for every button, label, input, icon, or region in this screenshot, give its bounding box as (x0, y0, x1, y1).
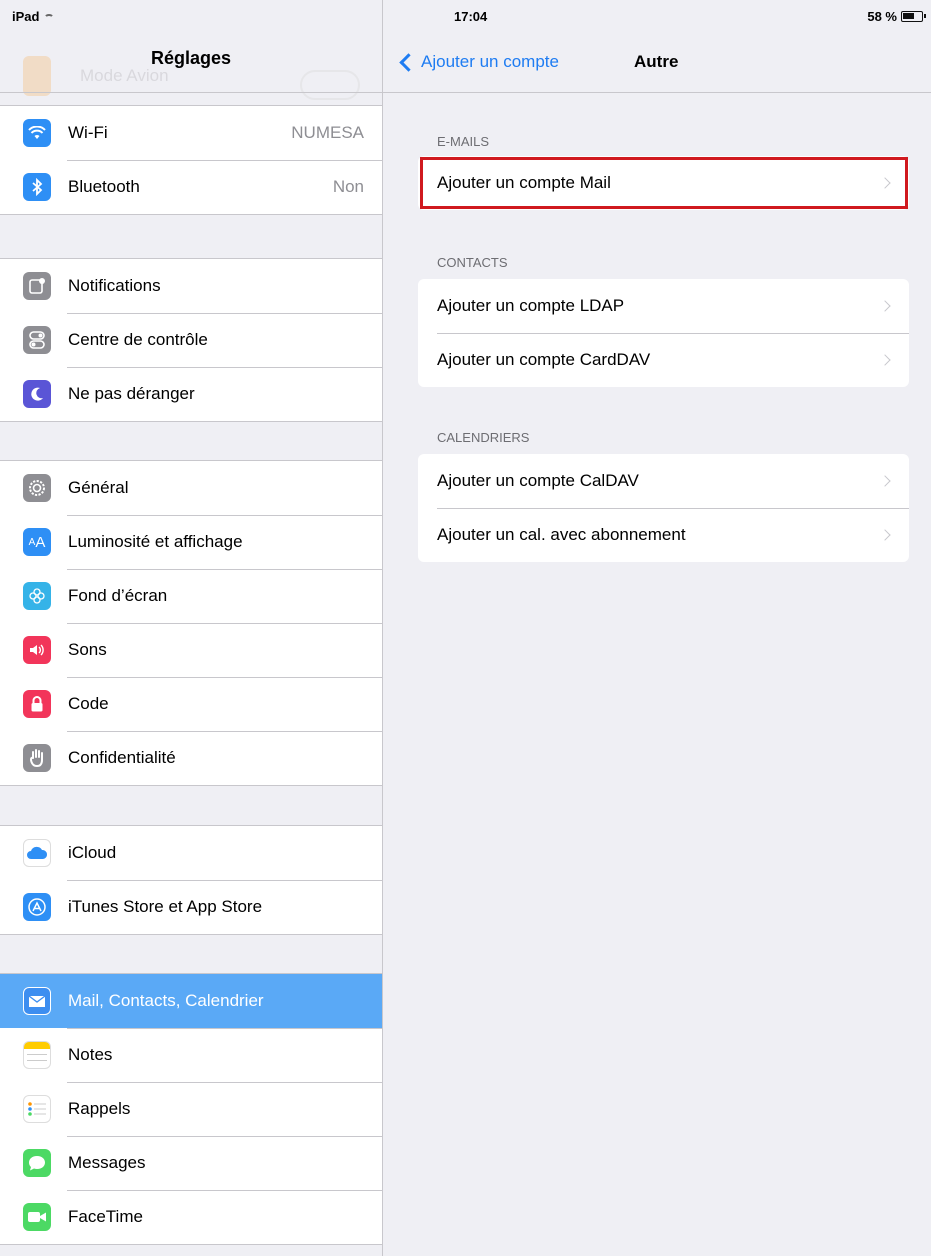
sidebar-item-notifications[interactable]: Notifications (0, 259, 382, 313)
sidebar-group-accounts: iCloud iTunes Store et App Store (0, 825, 382, 935)
sidebar-item-label: Messages (68, 1153, 146, 1172)
status-time: 17:04 (454, 8, 488, 24)
sidebar-item-do-not-disturb[interactable]: Ne pas déranger (0, 367, 382, 421)
battery-percent: 58 % (867, 8, 897, 24)
section-header-contacts: CONTACTS (437, 255, 508, 270)
chevron-right-icon (879, 475, 891, 487)
sidebar-item-label: Général (68, 478, 129, 497)
sidebar-item-wifi[interactable]: Wi-Fi NUMESA (0, 106, 382, 160)
sidebar-item-display[interactable]: AA Luminosité et affichage (0, 515, 382, 569)
sidebar-item-passcode[interactable]: Code (0, 677, 382, 731)
sidebar-item-label: Notifications (68, 276, 161, 295)
sidebar-item-control-center[interactable]: Centre de contrôle (0, 313, 382, 367)
section-header-calendars: CALENDRIERS (437, 430, 530, 445)
add-subscribed-calendar-button[interactable]: Ajouter un cal. avec abonnement (418, 508, 909, 562)
sidebar-item-reminders[interactable]: Rappels (0, 1082, 382, 1136)
notes-icon (23, 1041, 51, 1069)
sidebar-item-label: Code (68, 694, 109, 713)
sidebar-item-label: Centre de contrôle (68, 330, 208, 349)
sidebar-item-messages[interactable]: Messages (0, 1136, 382, 1190)
page-title: Autre (634, 52, 679, 71)
sidebar-item-label: Confidentialité (68, 748, 176, 767)
facetime-icon (23, 1203, 51, 1231)
control-center-icon (23, 326, 51, 354)
sidebar-item-label: iCloud (68, 843, 117, 862)
sidebar-item-bluetooth[interactable]: Bluetooth Non (0, 160, 382, 214)
back-button[interactable]: Ajouter un compte (397, 52, 559, 72)
brightness-icon: AA (23, 528, 51, 556)
gear-icon (23, 474, 51, 502)
lock-icon (23, 690, 51, 718)
sidebar-item-label: Wi-Fi (68, 123, 108, 142)
section-calendars: Ajouter un compte CalDAV Ajouter un cal.… (418, 454, 909, 562)
row-label: Ajouter un compte CalDAV (437, 471, 639, 490)
sidebar-item-wallpaper[interactable]: Fond d’écran (0, 569, 382, 623)
sidebar-item-label: Sons (68, 640, 107, 659)
mail-icon (23, 987, 51, 1015)
bluetooth-icon (23, 173, 51, 201)
sidebar-header-divider (0, 92, 382, 93)
add-carddav-account-button[interactable]: Ajouter un compte CardDAV (418, 333, 909, 387)
settings-sidebar: Mode Avion Réglages Wi-Fi NUMESA Bluetoo… (0, 0, 382, 1256)
app-store-icon (23, 893, 51, 921)
detail-header-divider (383, 92, 931, 93)
sidebar-group-notifications: Notifications Centre de contrôle Ne pas … (0, 258, 382, 422)
pane-divider (382, 0, 383, 1256)
row-label: Ajouter un compte LDAP (437, 296, 625, 315)
moon-icon (23, 380, 51, 408)
airplane-toggle[interactable] (300, 70, 360, 100)
battery-icon (901, 10, 926, 22)
sidebar-item-icloud[interactable]: iCloud (0, 826, 382, 880)
chevron-right-icon (879, 529, 891, 541)
status-device: iPad (12, 0, 55, 32)
sidebar-item-label: Mail, Contacts, Calendrier (68, 991, 264, 1010)
sidebar-title: Réglages (150, 48, 232, 68)
sidebar-group-connectivity: Wi-Fi NUMESA Bluetooth Non (0, 105, 382, 215)
sidebar-item-notes[interactable]: Notes (0, 1028, 382, 1082)
row-label: Ajouter un cal. avec abonnement (437, 525, 686, 544)
chevron-right-icon (879, 300, 891, 312)
wifi-signal-icon (44, 14, 55, 22)
chevron-right-icon (879, 354, 891, 366)
row-label: Ajouter un compte CardDAV (437, 350, 651, 369)
wallpaper-icon (23, 582, 51, 610)
back-button-label: Ajouter un compte (421, 52, 559, 71)
cloud-icon (23, 839, 51, 867)
sidebar-group-apps: Mail, Contacts, Calendrier Notes Rappels… (0, 973, 382, 1245)
sidebar-item-mail[interactable]: Mail, Contacts, Calendrier (0, 974, 382, 1028)
sidebar-item-label: Notes (68, 1045, 113, 1064)
sidebar-item-label: Bluetooth (68, 177, 140, 196)
add-ldap-account-button[interactable]: Ajouter un compte LDAP (418, 279, 909, 333)
sidebar-item-label: iTunes Store et App Store (68, 897, 263, 916)
messages-icon (23, 1149, 51, 1177)
sidebar-item-label: Luminosité et affichage (68, 532, 243, 551)
device-label: iPad (12, 8, 40, 24)
wifi-icon (23, 119, 51, 147)
sidebar-item-app-store[interactable]: iTunes Store et App Store (0, 880, 382, 934)
status-battery: 58 % (867, 0, 926, 32)
sidebar-item-privacy[interactable]: Confidentialité (0, 731, 382, 785)
hand-icon (23, 744, 51, 772)
reminders-icon (23, 1095, 51, 1123)
sidebar-item-general[interactable]: Général (0, 461, 382, 515)
sidebar-item-label: Fond d’écran (68, 586, 168, 605)
section-contacts: Ajouter un compte LDAP Ajouter un compte… (418, 279, 909, 387)
add-caldav-account-button[interactable]: Ajouter un compte CalDAV (418, 454, 909, 508)
sidebar-item-label: Rappels (68, 1099, 131, 1118)
wifi-network-value: NUMESA (291, 123, 364, 142)
speaker-icon (23, 636, 51, 664)
sidebar-item-sounds[interactable]: Sons (0, 623, 382, 677)
section-header-emails: E-MAILS (437, 134, 490, 149)
sidebar-item-label: FaceTime (68, 1207, 143, 1226)
bluetooth-value: Non (332, 177, 364, 196)
sidebar-group-general: Général AA Luminosité et affichage Fond … (0, 460, 382, 786)
sidebar-item-airplane-label: Mode Avion (80, 66, 169, 85)
chevron-left-icon (399, 52, 418, 72)
highlight-box (420, 157, 908, 209)
sidebar-item-facetime[interactable]: FaceTime (0, 1190, 382, 1244)
sidebar-item-label: Ne pas déranger (68, 384, 195, 403)
notifications-icon (23, 272, 51, 300)
